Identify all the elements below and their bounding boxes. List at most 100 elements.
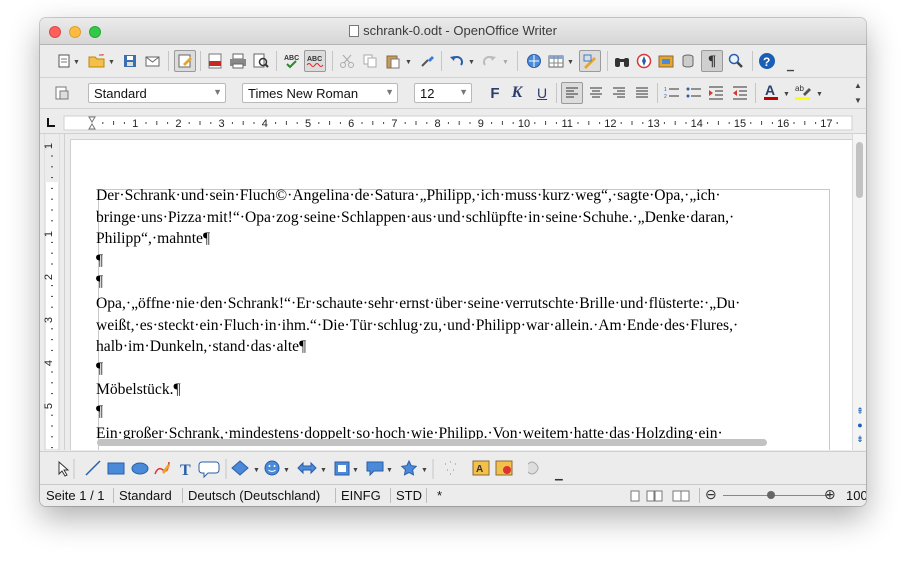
document-proxy-icon[interactable]: [349, 25, 360, 37]
select-arrow-icon[interactable]: [58, 460, 70, 477]
redo-dropdown-icon[interactable]: ▼: [502, 59, 509, 66]
selection-mode-indicator[interactable]: STD: [396, 488, 422, 503]
document-line[interactable]: weißt,·es·steckt·ein·Fluch·in·ihm.“·Die·…: [96, 315, 826, 337]
callout-icon[interactable]: [198, 461, 220, 479]
redo-icon[interactable]: [480, 51, 500, 71]
new-dropdown-icon[interactable]: ▼: [73, 59, 80, 66]
document-line[interactable]: ¶: [96, 358, 826, 380]
document-line[interactable]: halb·im·Dunkeln,·stand·das·alte¶: [96, 336, 826, 358]
horizontal-ruler[interactable]: 1 2 3 4 5 6 7 8 9 10 11 12 13 14 15 16 17: [40, 113, 866, 134]
paragraph-style-dropdown-icon[interactable]: ▼: [213, 87, 222, 97]
toolbar-overflow-icon[interactable]: ▁: [787, 61, 794, 72]
previous-page-icon[interactable]: ⇞: [855, 406, 865, 416]
freeform-line-icon[interactable]: [154, 461, 170, 475]
zoom-out-icon[interactable]: ⊖: [705, 486, 717, 503]
vertical-ruler[interactable]: 1 1 2 3 4 5: [40, 134, 65, 450]
font-size-dropdown-icon[interactable]: ▼: [459, 87, 468, 97]
paste-dropdown-icon[interactable]: ▼: [405, 59, 412, 66]
open-dropdown-icon[interactable]: ▼: [108, 59, 115, 66]
formatting-marks-icon[interactable]: ¶: [701, 50, 723, 72]
help-icon[interactable]: ?: [757, 51, 777, 71]
data-sources-icon[interactable]: [678, 51, 698, 71]
print-icon[interactable]: [228, 51, 248, 71]
decrease-indent-icon[interactable]: [706, 83, 726, 103]
book-view-icon[interactable]: [672, 490, 690, 502]
text-icon[interactable]: T: [180, 462, 191, 479]
navigator-icon[interactable]: [634, 51, 654, 71]
language-indicator[interactable]: Deutsch (Deutschland): [188, 488, 320, 503]
align-center-icon[interactable]: [586, 83, 606, 103]
export-pdf-icon[interactable]: [205, 51, 225, 71]
new-document-icon[interactable]: [54, 51, 74, 71]
font-color-dropdown-icon[interactable]: ▼: [783, 91, 790, 98]
find-replace-icon[interactable]: [612, 51, 632, 71]
multi-page-view-icon[interactable]: [646, 490, 663, 502]
undo-dropdown-icon[interactable]: ▼: [468, 59, 475, 66]
ellipse-icon[interactable]: [131, 462, 149, 475]
zoom-slider[interactable]: [723, 495, 829, 496]
zoom-slider-knob[interactable]: [767, 491, 775, 499]
line-icon[interactable]: [85, 460, 101, 476]
font-color-icon[interactable]: A: [761, 82, 781, 102]
clone-formatting-icon[interactable]: [417, 51, 437, 71]
document-line[interactable]: ¶: [96, 271, 826, 293]
bold-button[interactable]: F: [485, 83, 505, 103]
single-page-view-icon[interactable]: [630, 490, 640, 502]
symbol-shapes-icon[interactable]: [264, 460, 280, 476]
stars-icon[interactable]: [400, 459, 418, 476]
document-text[interactable]: Der·Schrank·und·sein·Fluch©·Angelina·de·…: [96, 185, 826, 444]
copy-icon[interactable]: [360, 51, 380, 71]
document-line[interactable]: bringe·uns·Pizza·mit!“·Opa·zog·seine·Sch…: [96, 207, 826, 229]
zoom-icon[interactable]: [726, 51, 746, 71]
paragraph-style-combo[interactable]: Standard ▼: [88, 83, 226, 103]
flowchart-icon[interactable]: [334, 461, 350, 476]
font-size-combo[interactable]: 12 ▼: [414, 83, 472, 103]
zoom-in-icon[interactable]: ⊕: [824, 486, 836, 503]
table-dropdown-icon[interactable]: ▼: [567, 59, 574, 66]
document-line[interactable]: Möbelstück.¶: [96, 379, 826, 401]
fontwork-icon[interactable]: A: [472, 460, 490, 476]
paste-icon[interactable]: [383, 51, 403, 71]
increase-indent-icon[interactable]: [730, 83, 750, 103]
insert-image-icon[interactable]: [495, 460, 513, 476]
align-left-icon[interactable]: [561, 82, 583, 104]
page-style-indicator[interactable]: Standard: [119, 488, 172, 503]
document-modified-indicator[interactable]: *: [437, 488, 442, 503]
underline-button[interactable]: U: [532, 83, 552, 103]
highlighting-icon[interactable]: ab: [793, 82, 813, 102]
document-area[interactable]: Der·Schrank·und·sein·Fluch©·Angelina·de·…: [65, 134, 852, 450]
font-name-dropdown-icon[interactable]: ▼: [385, 87, 394, 97]
hyperlink-icon[interactable]: [524, 51, 544, 71]
numbering-icon[interactable]: 12: [662, 83, 682, 103]
save-icon[interactable]: [120, 51, 140, 71]
rectangle-icon[interactable]: [107, 462, 125, 475]
document-line[interactable]: ¶: [96, 401, 826, 423]
document-line[interactable]: Philipp“,·mahnte¶: [96, 228, 826, 250]
bullets-icon[interactable]: [684, 83, 704, 103]
vertical-scrollbar[interactable]: ⇞ ● ⇟: [852, 134, 866, 450]
toolbar-scroll-down-icon[interactable]: ▼: [854, 96, 862, 105]
navigation-icon[interactable]: ●: [855, 420, 865, 430]
justify-icon[interactable]: [632, 83, 652, 103]
callouts-shapes-icon[interactable]: [366, 461, 384, 477]
open-folder-icon[interactable]: [87, 51, 107, 71]
highlighting-dropdown-icon[interactable]: ▼: [816, 91, 823, 98]
zoom-percent[interactable]: 100: [846, 488, 866, 503]
extrusion-icon[interactable]: [527, 461, 539, 475]
insert-mode-indicator[interactable]: EINFG: [341, 488, 381, 503]
cut-icon[interactable]: [337, 51, 357, 71]
autospellcheck-icon[interactable]: ABC: [304, 50, 326, 72]
print-preview-icon[interactable]: [251, 51, 271, 71]
document-line[interactable]: Der·Schrank·und·sein·Fluch©·Angelina·de·…: [96, 185, 826, 207]
document-line[interactable]: ¶: [96, 250, 826, 272]
horizontal-scrollbar[interactable]: [65, 434, 852, 450]
spellcheck-icon[interactable]: ABC: [282, 51, 302, 71]
basic-shapes-icon[interactable]: [231, 460, 249, 476]
gallery-icon[interactable]: [656, 51, 676, 71]
italic-button[interactable]: K: [507, 83, 527, 103]
font-name-combo[interactable]: Times New Roman ▼: [242, 83, 398, 103]
email-document-icon[interactable]: [143, 51, 163, 71]
points-icon[interactable]: [445, 461, 456, 475]
document-line[interactable]: Opa,·„öffne·nie·den·Schrank!“·Er·schaute…: [96, 293, 826, 315]
undo-icon[interactable]: [446, 51, 466, 71]
